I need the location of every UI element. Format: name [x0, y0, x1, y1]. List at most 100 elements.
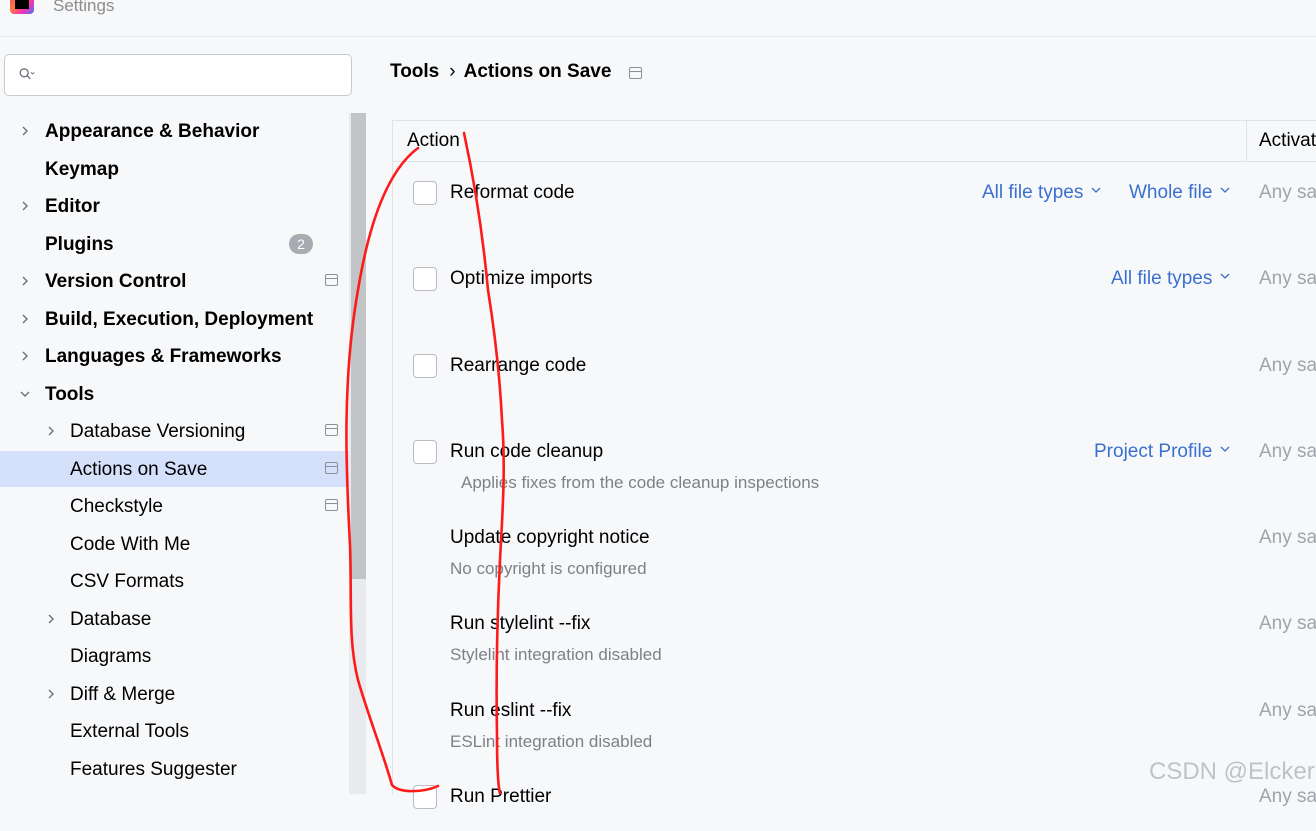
action-label: Update copyright notice — [450, 527, 650, 548]
sidebar-item-languages-and-frameworks[interactable]: Languages & Frameworks — [0, 338, 349, 374]
project-profile-dropdown[interactable]: Project Profile — [1094, 441, 1230, 463]
sidebar-item-csv-formats[interactable]: CSV Formats — [0, 563, 349, 599]
sidebar-item-appearance-and-behavior[interactable]: Appearance & Behavior — [0, 113, 349, 149]
breadcrumb-separator: › — [449, 61, 456, 82]
action-checkbox[interactable] — [413, 440, 437, 464]
search-input[interactable] — [57, 63, 341, 89]
activation-value[interactable]: Any sa — [1259, 613, 1316, 635]
project-level-icon — [325, 499, 338, 511]
chevron-right-icon[interactable] — [45, 613, 57, 625]
activation-value[interactable]: Any sa — [1259, 441, 1316, 463]
project-level-icon — [325, 274, 338, 286]
action-label[interactable]: Reformat code — [450, 182, 575, 204]
column-header-activation[interactable]: Activat — [1259, 130, 1316, 152]
chevron-down-icon — [1220, 273, 1230, 279]
chevron-right-icon[interactable] — [45, 425, 57, 437]
chevron-down-icon — [1220, 446, 1230, 452]
dropdown-value: All file types — [982, 182, 1084, 203]
chevron-right-icon[interactable] — [45, 688, 57, 700]
table-header: Action Activat — [393, 121, 1316, 162]
sidebar-item-external-tools[interactable]: External Tools — [0, 713, 349, 749]
sidebar-item-label: Code With Me — [70, 534, 191, 555]
chevron-right-icon[interactable] — [19, 350, 31, 362]
breadcrumb-parent[interactable]: Tools — [390, 61, 439, 82]
action-row-optimize-imports: Optimize imports All file types Any sa — [393, 253, 1316, 313]
sidebar-item-features-suggester[interactable]: Features Suggester — [0, 751, 349, 787]
action-description: Stylelint integration disabled — [450, 645, 662, 664]
sidebar-item-label: Editor — [45, 196, 100, 217]
sidebar-item-keymap[interactable]: Keymap — [0, 151, 349, 187]
sidebar-item-version-control[interactable]: Version Control — [0, 263, 349, 299]
activation-value[interactable]: Any sa — [1259, 786, 1316, 808]
sidebar-item-build-execution-deployment[interactable]: Build, Execution, Deployment — [0, 301, 349, 337]
settings-search-box[interactable] — [4, 54, 352, 96]
sidebar-item-label: Build, Execution, Deployment — [45, 309, 314, 330]
settings-content: Tools › Actions on Save Action Activat Ref… — [366, 37, 1316, 809]
sidebar-item-label: Database Versioning — [70, 421, 246, 442]
action-description: ESLint integration disabled — [450, 732, 653, 751]
sidebar-item-label: Tools — [45, 384, 95, 405]
column-header-action[interactable]: Action — [407, 130, 460, 152]
sidebar-item-label: Checkstyle — [70, 496, 163, 517]
action-label[interactable]: Run Prettier — [450, 786, 551, 808]
column-divider[interactable] — [1246, 121, 1247, 161]
search-icon[interactable] — [19, 66, 35, 82]
chevron-down-icon[interactable] — [19, 388, 31, 400]
project-level-icon — [325, 462, 338, 474]
sidebar-item-label: Appearance & Behavior — [45, 121, 260, 142]
action-label: Run eslint --fix — [450, 700, 572, 721]
action-row-run-stylelint-fix: Run stylelint --fix Stylelint integration… — [393, 598, 1316, 664]
sidebar-item-label: Database — [70, 609, 152, 630]
all-file-types-dropdown[interactable]: All file types — [982, 182, 1101, 204]
sidebar-item-label: Actions on Save — [70, 459, 208, 480]
breadcrumb: Tools › Actions on Save — [390, 61, 611, 83]
chevron-right-icon[interactable] — [19, 275, 31, 287]
sidebar-item-label: Diagrams — [70, 646, 152, 667]
sidebar-item-checkstyle[interactable]: Checkstyle — [0, 488, 349, 524]
window-title: Settings — [53, 0, 115, 15]
action-description: No copyright is configured — [450, 559, 647, 578]
sidebar-item-actions-on-save[interactable]: Actions on Save — [0, 451, 366, 487]
action-checkbox[interactable] — [413, 785, 437, 809]
activation-value[interactable]: Any sa — [1259, 700, 1316, 722]
sidebar-item-label: Plugins — [45, 234, 114, 255]
activation-value[interactable]: Any sa — [1259, 268, 1316, 290]
sidebar-item-plugins[interactable]: Plugins 2 — [0, 226, 349, 262]
intellij-logo-icon — [10, 0, 34, 14]
sidebar-item-tools[interactable]: Tools — [0, 376, 349, 412]
project-level-icon — [325, 424, 338, 436]
all-file-types-dropdown[interactable]: All file types — [1111, 268, 1230, 290]
chevron-right-icon[interactable] — [19, 200, 31, 212]
watermark: CSDN @Elcker — [1149, 758, 1315, 785]
action-description: Applies fixes from the code cleanup insp… — [461, 473, 820, 492]
action-label[interactable]: Optimize imports — [450, 268, 593, 290]
sidebar-item-label: Features Suggester — [70, 759, 237, 780]
sidebar-item-label: Version Control — [45, 271, 187, 292]
action-label: Run stylelint --fix — [450, 613, 591, 634]
activation-value[interactable]: Any sa — [1259, 355, 1316, 377]
action-row-rearrange-code: Rearrange code Any sa — [393, 340, 1316, 400]
chevron-right-icon[interactable] — [19, 125, 31, 137]
sidebar-item-diagrams[interactable]: Diagrams — [0, 638, 349, 674]
sidebar-item-label: CSV Formats — [70, 571, 185, 592]
title-bar: Settings — [0, 0, 1316, 37]
action-checkbox[interactable] — [413, 267, 437, 291]
updates-count-badge: 2 — [289, 234, 313, 254]
action-row-run-eslint-fix: Run eslint --fix ESLint integration disab… — [393, 685, 1316, 751]
sidebar-scrollbar-thumb[interactable] — [351, 113, 366, 579]
sidebar-item-database[interactable]: Database — [0, 601, 349, 637]
action-checkbox[interactable] — [413, 181, 437, 205]
activation-value[interactable]: Any sa — [1259, 527, 1316, 549]
sidebar-item-editor[interactable]: Editor — [0, 188, 349, 224]
action-checkbox[interactable] — [413, 354, 437, 378]
activation-value[interactable]: Any sa — [1259, 182, 1316, 204]
sidebar-item-diff-and-merge[interactable]: Diff & Merge — [0, 676, 349, 712]
action-label[interactable]: Rearrange code — [450, 355, 586, 377]
whole-file-dropdown[interactable]: Whole file — [1129, 182, 1230, 204]
chevron-down-icon — [1091, 187, 1101, 193]
sidebar-item-code-with-me[interactable]: Code With Me — [0, 526, 349, 562]
chevron-right-icon[interactable] — [19, 313, 31, 325]
sidebar-item-database-versioning[interactable]: Database Versioning — [0, 413, 349, 449]
project-level-icon — [629, 67, 642, 79]
action-label[interactable]: Run code cleanup — [450, 441, 603, 463]
